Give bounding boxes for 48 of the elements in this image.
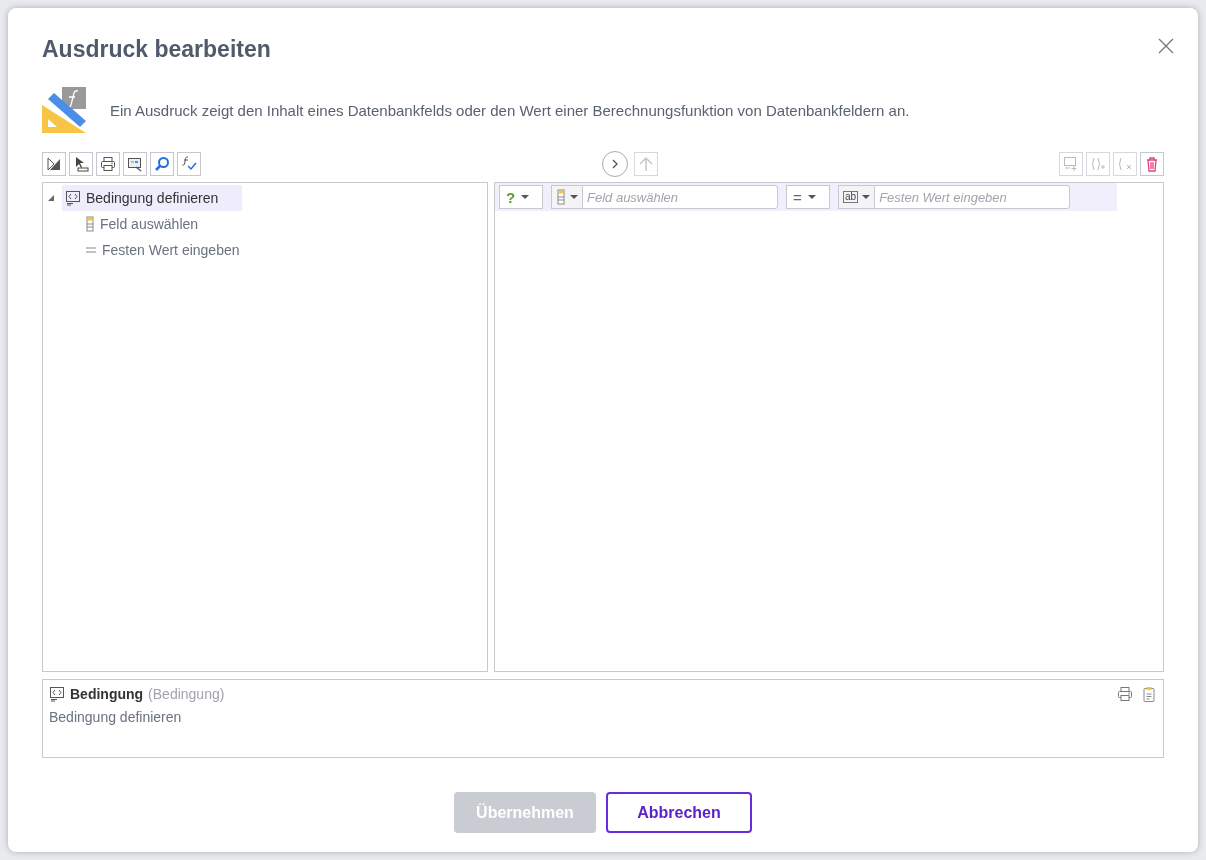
value-input[interactable]: Festen Wert eingeben (874, 185, 1071, 209)
field-input[interactable]: Feld auswählen (582, 185, 778, 209)
toolbar-button[interactable] (96, 152, 120, 176)
toolbar-button[interactable] (150, 152, 174, 176)
function-check-icon (181, 156, 197, 172)
clipboard-icon (1141, 686, 1157, 702)
value-type-dropdown[interactable]: ab (838, 185, 875, 209)
pointer-icon (73, 156, 89, 172)
close-button[interactable] (1156, 36, 1176, 56)
condition-plus-icon (1063, 156, 1079, 172)
print-icon (1117, 686, 1133, 702)
trash-icon (1144, 156, 1160, 172)
arrow-up-icon (638, 156, 654, 172)
cancel-button[interactable]: Abbrechen (606, 792, 752, 833)
print-icon (100, 156, 116, 172)
toolbar-button[interactable] (123, 152, 147, 176)
type-dropdown[interactable]: ? (499, 185, 543, 209)
caret-icon (807, 194, 816, 200)
condition-icon (65, 190, 81, 206)
expand-button[interactable] (602, 151, 628, 177)
operator-dropdown[interactable]: = (786, 185, 830, 209)
bracket-x-icon (1117, 156, 1133, 172)
field-icon (85, 216, 95, 232)
chevron-right-icon (610, 158, 620, 170)
delete-button[interactable] (1140, 152, 1164, 176)
toolbar-button[interactable] (177, 152, 201, 176)
description-text: Ein Ausdruck zeigt den Inhalt eines Datenbankfelds oder den Wert einer Berechnungsfunktion von Datenbankfeldern an. (110, 101, 910, 119)
collapse-toggle[interactable] (47, 194, 57, 202)
toolbar-button[interactable] (42, 152, 66, 176)
close-icon (1158, 38, 1174, 54)
toolbar-button[interactable] (69, 152, 93, 176)
info-type: (Bedingung) (148, 686, 225, 702)
info-title: Bedingung (70, 686, 144, 702)
caret-icon (521, 194, 530, 200)
caret-icon (862, 194, 871, 200)
field-icon (556, 189, 566, 205)
preview-icon (127, 156, 143, 172)
field-type-dropdown[interactable] (551, 185, 582, 209)
info-description: Bedingung definieren (49, 709, 183, 725)
triangle-icon (47, 194, 55, 202)
tree-item[interactable]: Bedingung definieren (62, 185, 243, 211)
tree-item[interactable]: Festen Wert eingeben (82, 237, 264, 263)
bracket-plus-icon (1090, 156, 1106, 172)
search-icon (154, 156, 170, 172)
caret-icon (570, 194, 578, 200)
condition-icon (49, 686, 65, 702)
tree-item[interactable]: Feld auswählen (82, 211, 223, 237)
dialog-title: Ausdruck bearbeiten (42, 36, 272, 63)
